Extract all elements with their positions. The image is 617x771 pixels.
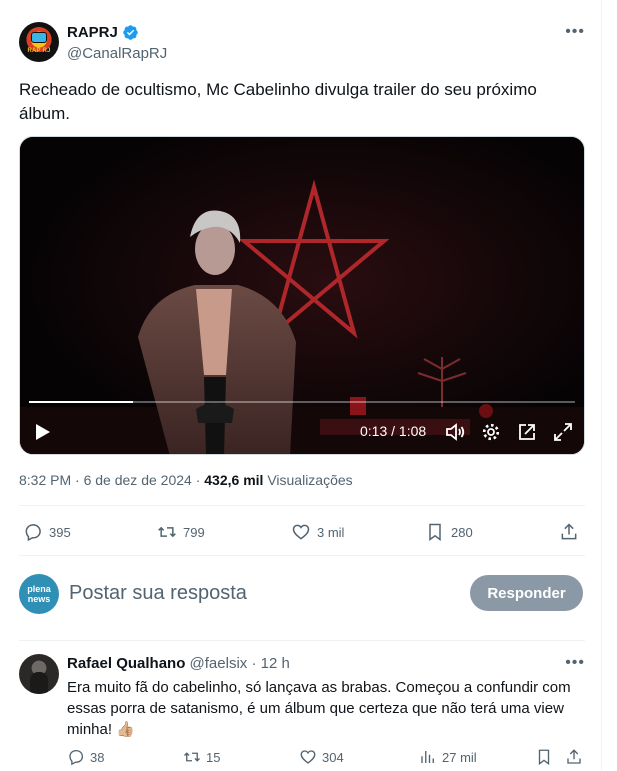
avatar-logo-tv bbox=[31, 32, 47, 43]
more-icon[interactable]: ••• bbox=[565, 655, 585, 671]
reply-views-button[interactable]: 27 mil bbox=[419, 746, 477, 768]
bookmark-icon bbox=[429, 523, 441, 541]
reply-icon bbox=[25, 524, 41, 542]
avatar-logo-text: RAP RJ bbox=[27, 48, 51, 54]
reply-separator: · bbox=[251, 655, 257, 672]
pip-icon[interactable] bbox=[516, 421, 538, 443]
tweet-meta: 8:32 PM · 6 de dez de 2024 · 432,6 mil V… bbox=[19, 472, 353, 488]
reply-views-count: 27 mil bbox=[442, 749, 477, 765]
reply-input[interactable]: Postar sua resposta bbox=[69, 582, 247, 605]
thumbs-up-emoji: 👍🏼 bbox=[116, 721, 135, 738]
like-count: 3 mil bbox=[317, 524, 345, 540]
divider bbox=[19, 555, 585, 556]
repost-button[interactable]: 799 bbox=[157, 518, 205, 546]
author-display-name[interactable]: RAPRJ bbox=[67, 24, 118, 41]
verified-badge-icon bbox=[123, 25, 138, 40]
author-avatar[interactable]: RAP RJ bbox=[19, 22, 59, 62]
bookmark-button[interactable]: 280 bbox=[425, 518, 473, 546]
tweet-date[interactable]: 6 de dez de 2024 bbox=[84, 472, 192, 488]
reply-composer: plena news Postar sua resposta Responder bbox=[19, 574, 585, 614]
repost-icon bbox=[184, 752, 200, 762]
reply-header: Rafael Qualhano @faelsix · 12 h bbox=[67, 655, 290, 672]
divider bbox=[19, 640, 585, 641]
reply-bookmark-button[interactable] bbox=[535, 746, 553, 768]
reply-author-avatar[interactable] bbox=[19, 654, 59, 694]
bookmark-icon bbox=[538, 749, 550, 766]
like-button[interactable]: 3 mil bbox=[291, 518, 344, 546]
video-progress-fill bbox=[29, 401, 133, 403]
repost-icon bbox=[158, 526, 176, 538]
reply-count: 395 bbox=[49, 524, 71, 540]
share-icon bbox=[567, 749, 581, 764]
reply-text-block: Era muito fã do cabelinho, só lançava as… bbox=[67, 677, 587, 740]
reply-age[interactable]: 12 h bbox=[261, 655, 290, 672]
views-icon bbox=[421, 751, 434, 763]
video-frame bbox=[20, 137, 584, 454]
reply-button[interactable]: 395 bbox=[23, 518, 71, 546]
reply-author-name[interactable]: Rafael Qualhano bbox=[67, 655, 185, 672]
current-user-avatar[interactable]: plena news bbox=[19, 574, 59, 614]
reply-text: Era muito fã do cabelinho, só lançava as… bbox=[67, 679, 571, 738]
tweet-header: RAP RJ RAPRJ @CanalRapRJ ••• bbox=[19, 22, 585, 66]
reply-reply-count: 38 bbox=[90, 749, 105, 765]
reply-like-count: 304 bbox=[322, 749, 344, 765]
like-icon bbox=[300, 750, 316, 764]
avatar-text-line1: plena bbox=[27, 584, 51, 594]
fullscreen-icon[interactable] bbox=[552, 421, 574, 443]
reply-icon bbox=[69, 749, 84, 766]
repost-count: 799 bbox=[183, 524, 205, 540]
video-timecode: 0:13 / 1:08 bbox=[360, 423, 427, 439]
author-handle[interactable]: @CanalRapRJ bbox=[67, 45, 167, 62]
author-name-row: RAPRJ bbox=[67, 24, 139, 41]
share-button[interactable] bbox=[559, 518, 579, 546]
reply-share-button[interactable] bbox=[565, 746, 583, 768]
video-progress-bar[interactable] bbox=[29, 401, 575, 403]
views-label: Visualizações bbox=[267, 472, 353, 488]
views-count: 432,6 mil bbox=[204, 472, 264, 488]
volume-icon[interactable] bbox=[444, 421, 466, 443]
avatar-figure bbox=[30, 672, 48, 694]
video-player[interactable]: 0:13 / 1:08 bbox=[19, 136, 585, 455]
share-icon bbox=[561, 523, 577, 540]
reply-like-button[interactable]: 304 bbox=[299, 746, 344, 768]
more-icon[interactable]: ••• bbox=[565, 24, 585, 40]
play-icon[interactable] bbox=[32, 421, 54, 443]
like-icon bbox=[292, 524, 310, 540]
reply-repost-count: 15 bbox=[206, 749, 221, 765]
reply-author-handle[interactable]: @faelsix bbox=[190, 655, 248, 672]
gear-icon[interactable] bbox=[480, 421, 502, 443]
meta-separator: · bbox=[195, 472, 205, 488]
reply-reply-button[interactable]: 38 bbox=[67, 746, 104, 768]
reply-submit-button[interactable]: Responder bbox=[470, 575, 583, 611]
avatar-text-line2: news bbox=[27, 594, 51, 604]
tweet-action-bar: 395 799 3 mil 280 bbox=[19, 518, 585, 546]
tweet-time[interactable]: 8:32 PM bbox=[19, 472, 71, 488]
tweet-detail-panel: RAP RJ RAPRJ @CanalRapRJ ••• Recheado de… bbox=[0, 0, 602, 771]
bookmark-count: 280 bbox=[451, 524, 473, 540]
meta-separator: · bbox=[75, 472, 84, 488]
reply-repost-button[interactable]: 15 bbox=[183, 746, 220, 768]
divider bbox=[19, 505, 585, 506]
reply-action-bar: 38 15 304 27 mil bbox=[67, 746, 585, 768]
tweet-text: Recheado de ocultismo, Mc Cabelinho divu… bbox=[19, 80, 537, 123]
